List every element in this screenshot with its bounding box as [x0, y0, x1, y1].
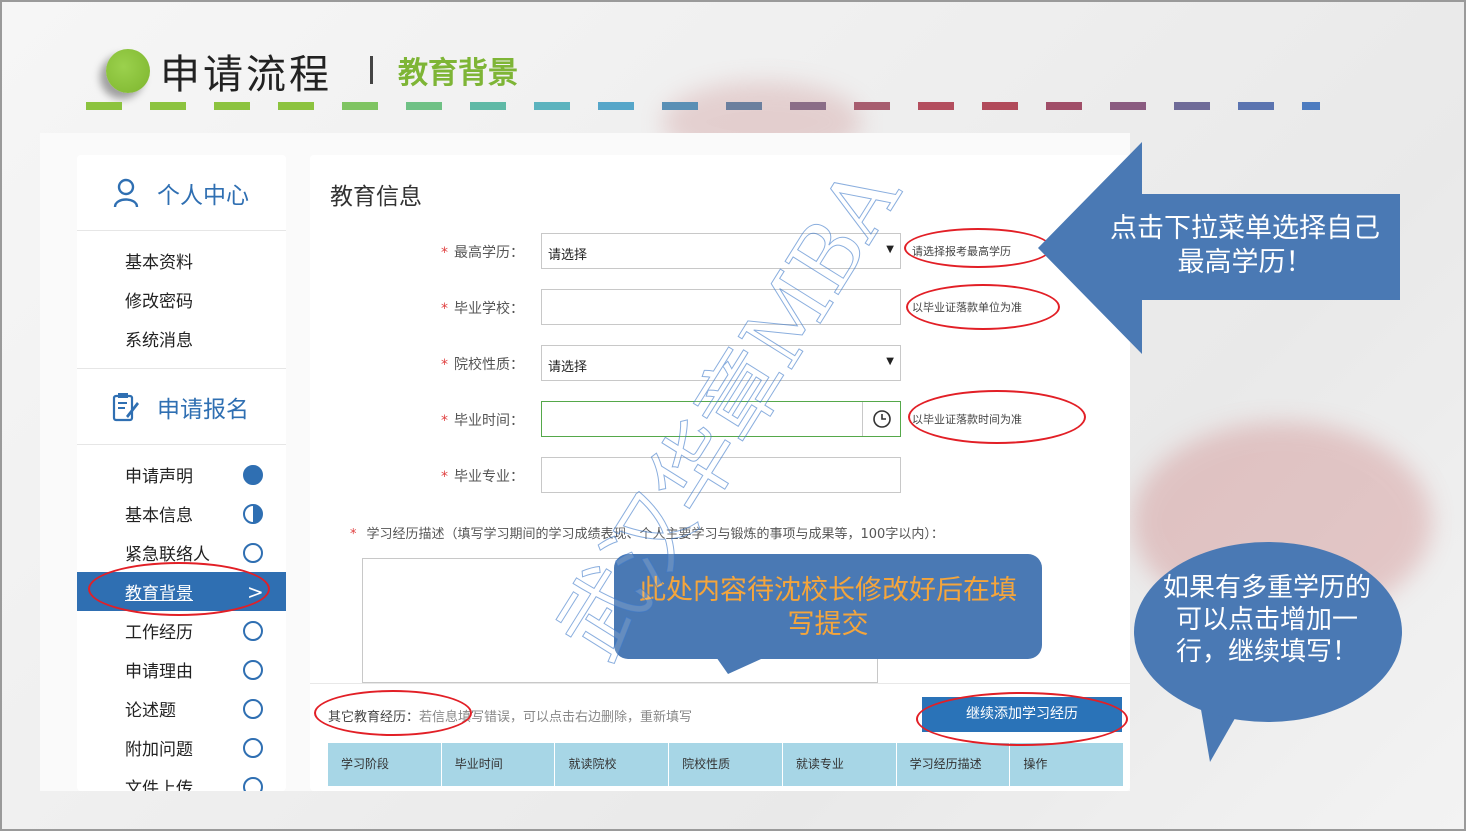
field-label: * 毕业学校：: [441, 298, 524, 318]
field-label-text: 院校性质：: [454, 357, 524, 373]
header-dash: [534, 102, 570, 110]
header-dash: [342, 102, 378, 110]
sidebar-section-label: 申请报名: [157, 396, 249, 423]
header-dash: [982, 102, 1018, 110]
field-label: * 院校性质：: [441, 354, 524, 374]
field-label: * 毕业专业：: [441, 466, 524, 486]
header-dash: [1046, 102, 1082, 110]
header-dash-divider: [86, 102, 1386, 110]
divider: [310, 683, 1130, 684]
table-header-cell: 毕业时间: [442, 743, 556, 786]
sidebar-item-basic-info[interactable]: 基本信息: [77, 494, 286, 533]
rect-callout-text: 此处内容待沈校长修改好后在填写提交: [639, 575, 1017, 640]
required-mark: *: [441, 301, 448, 317]
sidebar-item-essay[interactable]: 论述题: [77, 689, 286, 728]
header-dash: [1174, 102, 1210, 110]
annotation-oval: [908, 390, 1086, 444]
header-dash: [918, 102, 954, 110]
header-dash: [726, 102, 762, 110]
education-table-header: 学习阶段 毕业时间 就读院校 院校性质 就读专业 学习经历描述 操作: [328, 743, 1123, 786]
sidebar-section-personal[interactable]: 个人中心: [77, 155, 286, 231]
sidebar-item-label: 附加问题: [125, 740, 193, 760]
header-dash: [150, 102, 186, 110]
sidebar-item-label: 论述题: [125, 701, 176, 721]
header-dash: [662, 102, 698, 110]
header-dash: [86, 102, 122, 110]
required-mark: *: [441, 469, 448, 485]
header-dash: [1302, 102, 1320, 110]
sidebar-item-declaration[interactable]: 申请声明: [77, 455, 286, 494]
sidebar-item-label: 工作经历: [125, 623, 193, 643]
status-empty-icon: [243, 660, 263, 680]
header-dash: [278, 102, 314, 110]
annotation-oval: [314, 690, 472, 736]
table-header-cell: 院校性质: [669, 743, 783, 786]
header-dash: [406, 102, 442, 110]
sidebar-item-additional-questions[interactable]: 附加问题: [77, 728, 286, 767]
field-label: * 毕业时间：: [441, 410, 524, 430]
table-header-cell: 学习阶段: [328, 743, 442, 786]
required-mark: *: [441, 357, 448, 373]
sidebar-item-label: 文件上传: [125, 779, 193, 791]
bubble-callout-text: 如果有多重学历的可以点击增加一行，继续填写！: [1162, 573, 1371, 667]
user-icon: [111, 178, 141, 208]
header-dash: [214, 102, 250, 110]
header-dash: [790, 102, 826, 110]
sidebar-item-label: 申请理由: [125, 662, 193, 682]
required-mark: *: [441, 413, 448, 429]
annotation-oval: [916, 692, 1128, 746]
required-mark: *: [441, 245, 448, 261]
sidebar-item-basic-profile[interactable]: 基本资料: [77, 241, 286, 280]
required-mark: *: [350, 527, 357, 542]
sidebar-item-label: 申请声明: [125, 467, 193, 487]
header-dash: [598, 102, 634, 110]
sidebar-item-system-messages[interactable]: 系统消息: [77, 319, 286, 358]
table-header-cell: 学习经历描述: [897, 743, 1011, 786]
edit-form-icon: [111, 392, 141, 422]
status-empty-icon: [243, 699, 263, 719]
sidebar-item-reason[interactable]: 申请理由: [77, 650, 286, 689]
table-header-cell: 就读院校: [555, 743, 670, 786]
field-label-text: 毕业学校：: [454, 301, 524, 317]
header-dash: [1110, 102, 1146, 110]
field-label-text: 毕业专业：: [454, 469, 524, 485]
annotation-oval: [904, 228, 1052, 268]
header-bullet-icon: [106, 49, 150, 93]
sidebar-item-work-experience[interactable]: 工作经历: [77, 611, 286, 650]
status-partial-icon: [243, 504, 263, 524]
sidebar: 个人中心 基本资料 修改密码 系统消息 申请报名 申请声明 基本信息 紧急联络人…: [77, 155, 286, 791]
status-empty-icon: [243, 621, 263, 641]
sidebar-item-change-password[interactable]: 修改密码: [77, 280, 286, 319]
sidebar-item-label: 修改密码: [125, 292, 193, 312]
form-title: 教育信息: [330, 184, 422, 210]
status-empty-icon: [243, 543, 263, 563]
sidebar-item-label: 系统消息: [125, 331, 193, 351]
field-label: * 最高学历：: [441, 242, 524, 262]
sidebar-section-label: 个人中心: [157, 182, 249, 209]
field-label-text: 毕业时间：: [454, 413, 524, 429]
table-header-cell: 就读专业: [783, 743, 897, 786]
header-dash: [1238, 102, 1274, 110]
status-empty-icon: [243, 777, 263, 791]
header-dash: [854, 102, 890, 110]
header-dash: [470, 102, 506, 110]
page-title: 申请流程: [160, 52, 332, 98]
slide: 申请流程 教育背景 个人中心 基本资料 修改密码 系统消息 申请报名 申请声明 …: [0, 0, 1466, 831]
table-header-cell: 操作: [1023, 757, 1048, 771]
sidebar-item-label: 基本资料: [125, 253, 193, 273]
arrow-callout-text: 点击下拉菜单选择自己最高学历！: [1110, 213, 1380, 278]
sidebar-section-application[interactable]: 申请报名: [77, 369, 286, 445]
sidebar-item-file-upload[interactable]: 文件上传: [77, 767, 286, 791]
page-subtitle: 教育背景: [398, 56, 518, 91]
field-label-text: 最高学历：: [454, 245, 524, 261]
header-separator: [370, 56, 373, 84]
clock-icon[interactable]: [862, 402, 900, 436]
sidebar-item-label: 基本信息: [125, 506, 193, 526]
annotation-oval: [88, 562, 270, 616]
status-empty-icon: [243, 738, 263, 758]
annotation-oval: [906, 284, 1060, 330]
status-complete-icon: [243, 465, 263, 485]
